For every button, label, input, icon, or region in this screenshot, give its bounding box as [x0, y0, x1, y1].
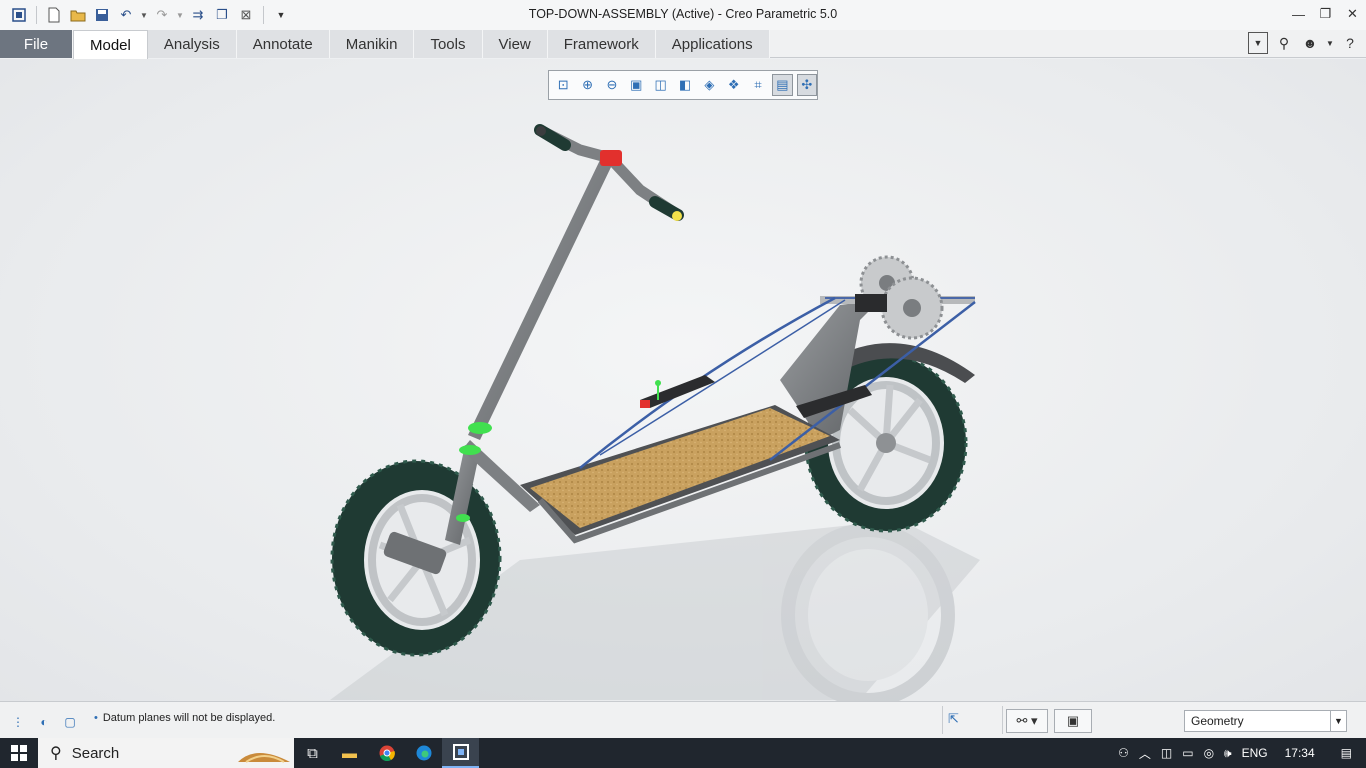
graphics-window[interactable]: ⊡ ⊕ ⊖ ▣ ◫ ◧ ◈ ❖ ⌗ ▤ ✣ [0, 59, 1366, 701]
language-indicator[interactable]: ENG [1237, 746, 1273, 760]
chevron-up-icon[interactable]: ︿ [1134, 745, 1156, 762]
customize-icon[interactable]: ▼ [270, 4, 292, 26]
task-view-icon[interactable]: ⧉ [294, 738, 331, 768]
selection-buffer-button[interactable]: ▣ [1054, 709, 1092, 733]
ribbon-tabs: File Model Analysis Annotate Manikin Too… [0, 30, 1366, 59]
selection-filter[interactable]: Geometry ▼ [1184, 710, 1347, 732]
browser-icon[interactable]: ◐ [36, 714, 52, 730]
find-button[interactable]: ⚯ ▾ [1006, 709, 1048, 733]
deck [520, 405, 842, 544]
notifications-icon[interactable]: ▤ [1327, 746, 1366, 760]
windows-logo-icon [11, 745, 27, 761]
fullscreen-icon[interactable]: ▢ [62, 714, 78, 730]
close-icon[interactable]: ✕ [1339, 0, 1366, 28]
tab-framework[interactable]: Framework [547, 30, 656, 58]
start-button[interactable] [0, 738, 38, 768]
smart-select-icon[interactable]: ⇱ [948, 711, 959, 727]
tab-applications[interactable]: Applications [655, 30, 770, 58]
network-icon[interactable]: ◎ [1199, 746, 1219, 760]
taskbar-search[interactable]: ⚲ Search [38, 738, 294, 768]
tab-annotate[interactable]: Annotate [236, 30, 330, 58]
volume-icon[interactable]: 🕪 [1219, 746, 1237, 761]
tab-view[interactable]: View [482, 30, 548, 58]
clock[interactable]: 17:34 [1273, 746, 1327, 760]
people-icon[interactable]: ⚇ [1113, 746, 1134, 760]
separator [1002, 706, 1003, 734]
file-explorer-icon[interactable]: ▬ [331, 738, 368, 768]
help-icon[interactable]: ? [1340, 32, 1360, 54]
front-wheel [330, 459, 502, 657]
new-icon[interactable] [43, 4, 65, 26]
creo-taskbar-icon[interactable] [442, 738, 479, 768]
tab-analysis[interactable]: Analysis [147, 30, 237, 58]
community-icon[interactable]: ☻ [1300, 32, 1320, 54]
tab-file[interactable]: File [0, 30, 73, 58]
separator [263, 6, 264, 24]
handlebar [534, 124, 684, 221]
camera-icon[interactable]: ◫ [1156, 746, 1177, 760]
edge-icon[interactable] [405, 738, 442, 768]
search-icon[interactable]: ⚲ [1274, 32, 1294, 54]
tab-tools[interactable]: Tools [414, 30, 483, 58]
tab-model[interactable]: Model [73, 30, 148, 59]
model-tree-icon[interactable]: ⋮ [10, 714, 26, 730]
regenerate-icon[interactable]: ⇉ [187, 4, 209, 26]
separator [36, 6, 37, 24]
open-icon[interactable] [67, 4, 89, 26]
redo-icon[interactable]: ↷ [151, 4, 173, 26]
ribbon-minimize-icon[interactable]: ▼ [1248, 32, 1268, 54]
scooter-model[interactable] [0, 59, 1366, 701]
chevron-down-icon[interactable]: ▼ [175, 4, 185, 26]
ribbon-right-controls: ▼ ⚲ ☻ ▼ ? [1248, 32, 1360, 54]
title-bar: ↶ ▼ ↷ ▼ ⇉ ❐ ⊠ ▼ TOP-DOWN-ASSEMBLY (Activ… [0, 0, 1366, 30]
close-window-icon[interactable]: ⊠ [235, 4, 257, 26]
windows-icon[interactable]: ❐ [211, 4, 233, 26]
system-tray: ⚇ ︿ ◫ ▭ ◎ 🕪 ENG 17:34 ▤ [1113, 738, 1366, 768]
separator [942, 706, 943, 734]
app-icon[interactable] [8, 4, 30, 26]
status-bar: ⋮ ◐ ▢ Datum planes will not be displayed… [0, 701, 1366, 738]
search-label: Search [71, 744, 120, 762]
search-icon: ⚲ [50, 745, 62, 762]
quick-access-toolbar: ↶ ▼ ↷ ▼ ⇉ ❐ ⊠ ▼ [0, 0, 292, 30]
chevron-down-icon[interactable]: ▼ [139, 4, 149, 26]
undo-icon[interactable]: ↶ [115, 4, 137, 26]
minimize-icon[interactable]: — [1285, 0, 1312, 28]
search-highlight-image [238, 753, 290, 763]
ribbon: File Model Analysis Annotate Manikin Too… [0, 30, 1366, 59]
chrome-icon[interactable] [368, 738, 405, 768]
restore-icon[interactable]: ❐ [1312, 0, 1339, 28]
tab-manikin[interactable]: Manikin [329, 30, 415, 58]
chevron-down-icon[interactable]: ▼ [1330, 711, 1346, 731]
chevron-down-icon[interactable]: ▼ [1326, 32, 1334, 54]
window-controls: — ❐ ✕ [1285, 0, 1366, 28]
save-icon[interactable] [91, 4, 113, 26]
status-bar-icons: ⋮ ◐ ▢ [10, 714, 78, 730]
taskbar: ⚲ Search ⧉ ▬ ⚇ ︿ ◫ ▭ ◎ 🕪 ENG 17:34 ▤ [0, 738, 1366, 768]
message-area: Datum planes will not be displayed. [94, 712, 275, 724]
selection-filter-value: Geometry [1191, 714, 1244, 728]
battery-icon[interactable]: ▭ [1177, 746, 1198, 760]
